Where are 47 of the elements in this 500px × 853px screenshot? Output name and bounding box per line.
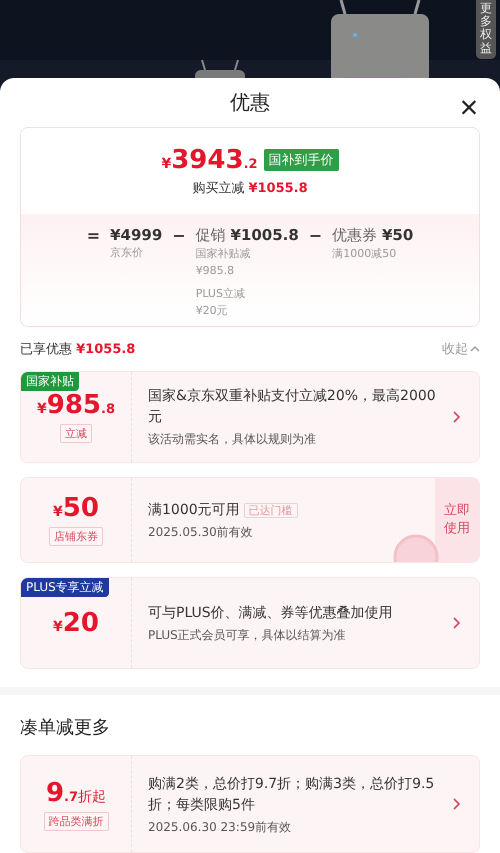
operator: − [308, 226, 322, 247]
discount-amount: 9.7折起 [46, 778, 106, 808]
chevron-right-icon [453, 410, 461, 423]
chevron-right-icon [453, 798, 461, 810]
coupon-detail: 2025.05.30前有效 [148, 524, 254, 541]
saving-text: 购买立减 ¥1055.8 [192, 180, 308, 197]
term-note: PLUS立减 [196, 286, 246, 302]
enjoyed-discount: 已享优惠 ¥1055.8 [20, 340, 136, 358]
coupon-tag: 跨品类满折 [44, 812, 108, 830]
coupon-card[interactable]: 9.7折起 跨品类满折 购满2类，总价打9.7折；购满3类，总价打9.5折；每类限购5件 2025.06.30 23:59前有效 [20, 755, 480, 853]
coupon-tag: 立减 [60, 424, 92, 444]
term-amount: ¥4999 [110, 226, 162, 244]
coupon-title: 可与PLUS价、满减、券等优惠叠加使用 [148, 604, 393, 621]
operator: = [86, 226, 100, 247]
chevron-right-icon [453, 616, 461, 629]
discount-amount: ¥50 [53, 493, 99, 524]
term-note: ¥20元 [196, 302, 229, 319]
coupon-detail: PLUS正式会员可享，具体以结算为准 [148, 626, 347, 644]
coupon-detail: 2025.06.30 23:59前有效 [148, 818, 292, 836]
coupon-title: 购满2类，总价打9.7折；购满3类，总价打9.5折；每类限购5件 [148, 776, 434, 812]
sheet-title: 优惠 [230, 88, 270, 116]
coupon-card[interactable]: 国家补贴 ¥985.8 立减 国家&京东双重补贴支付立减20%，最高2000元 该活动需实名，具体以规则为准 [20, 370, 480, 463]
operator: − [172, 226, 186, 247]
use-now-button[interactable]: 立即使用 [435, 478, 479, 562]
term-amount: 优惠券 ¥50 [332, 226, 414, 245]
coupon-card[interactable]: ¥50 店铺东券 满1000元可用 已达门槛 2025.05.30前有效 立即使用 [20, 476, 480, 563]
status-tag: 已达门槛 [244, 502, 298, 518]
final-price: ¥3943.2 [161, 144, 258, 175]
coupon-card[interactable]: PLUS专享立减 ¥20 可与PLUS价、满减、券等优惠叠加使用 PLUS正式会员可享，具体以结算为准 [20, 576, 480, 669]
term-note: 国家补贴减 [196, 246, 252, 262]
term-note: 京东价 [110, 244, 144, 261]
discount-amount: ¥985.8 [36, 390, 115, 420]
term-amount: 促销 ¥1005.8 [196, 226, 299, 245]
discount-amount: ¥20 [53, 608, 99, 638]
term-note: ¥985.8 [196, 262, 236, 279]
side-tab[interactable]: 更多权益 [476, 0, 496, 59]
coupon-title: 满1000元可用 [148, 502, 240, 518]
term-note: 满1000减50 [332, 246, 398, 262]
chevron-up-icon [470, 344, 480, 353]
coupon-badge: 国家补贴 [21, 372, 79, 391]
price-tag: 国补到手价 [264, 148, 339, 171]
coupon-detail: 该活动需实名，具体以规则为准 [148, 431, 317, 448]
coupon-title: 国家&京东双重补贴支付立减20%，最高2000元 [148, 388, 436, 426]
coupon-badge: PLUS专享立减 [21, 578, 109, 597]
section-title: 凑单减更多 [19, 716, 111, 740]
close-button[interactable]: × [454, 92, 484, 122]
coupon-tag: 店铺东券 [49, 527, 103, 546]
